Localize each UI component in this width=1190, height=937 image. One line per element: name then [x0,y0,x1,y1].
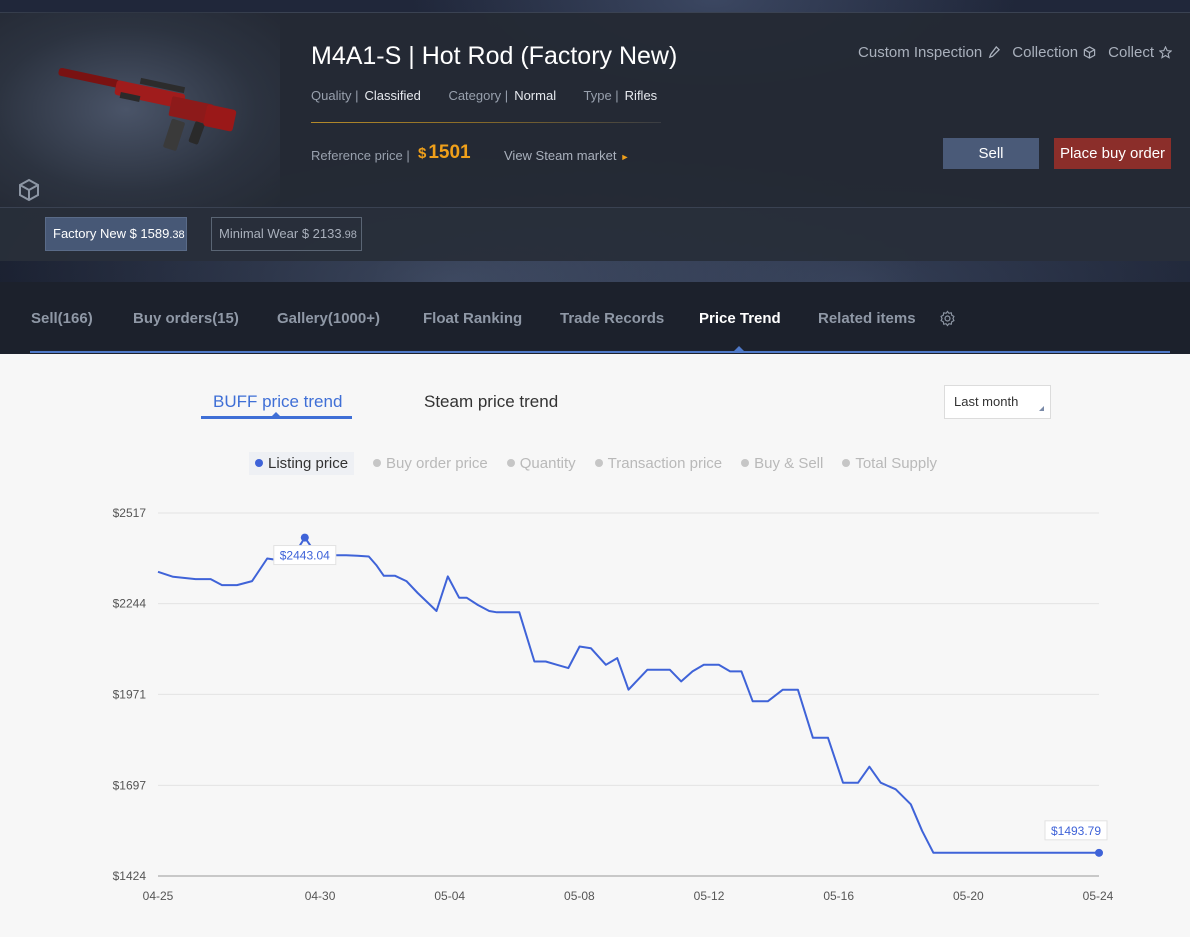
wear-option-minimal-wear[interactable]: Minimal Wear $ 2133.98 [211,217,362,251]
type-value: Rifles [624,88,658,103]
item-meta: Quality | Classified Category | Normal Typ… [311,88,681,103]
item-title: M4A1-S | Hot Rod (Factory New) [311,42,678,70]
quality-value: Classified [364,88,421,103]
reference-currency: $ [418,145,427,162]
data-point [300,533,309,542]
category-label: Category | [448,88,509,103]
data-label: $1493.79 [1051,824,1101,838]
tab-float-ranking[interactable]: Float Ranking [423,310,522,327]
x-tick-label: 04-30 [305,889,336,903]
reference-price-value: 1501 [428,142,471,163]
category-value: Normal [514,88,557,103]
quality-label: Quality | [311,88,359,103]
x-tick-label: 05-16 [823,889,854,903]
reference-price: $1501 [418,142,471,164]
reference-price-label: Reference price | [311,148,410,163]
data-point [1095,848,1103,857]
divider [311,122,661,123]
tab-indicator [734,346,744,351]
custom-inspection-label: Custom Inspection [858,44,983,61]
listing-price-line [157,536,1099,854]
wear-option-factory-new[interactable]: Factory New $ 1589.38 [45,217,187,251]
place-buy-order-button[interactable]: Place buy order [1054,138,1171,169]
collection-label: Collection [1012,44,1079,61]
top-actions: Custom Inspection Collection Collect [858,44,1172,61]
y-tick-label: $1424 [113,869,147,883]
y-tick-label: $1971 [113,687,147,701]
x-tick-label: 05-08 [564,889,595,903]
type-label: Type | [583,88,619,103]
y-tick-label: $1697 [113,778,147,792]
y-tick-label: $2517 [113,506,147,520]
price-chart[interactable]: $2517 $2244 $1971 $1697 $1424 04-25 04-30 05-04… [0,354,1190,937]
tab-trade-records[interactable]: Trade Records [560,310,664,327]
x-tick-label: 05-04 [434,889,465,903]
steam-link-label: View Steam market [504,148,617,163]
chevron-right-icon: ► [620,152,630,162]
x-tick-label: 04-25 [143,889,174,903]
tab-underline [30,351,1170,353]
tab-price-trend[interactable]: Price Trend [699,310,781,327]
y-tick-label: $2244 [113,597,147,611]
x-tick-label: 05-24 [1083,889,1114,903]
data-label: $2443.04 [280,549,330,563]
tab-related-items[interactable]: Related items [818,310,916,327]
wear-option-cents: .38 [169,229,185,241]
wear-option-label: Factory New $ 1589 [53,226,170,241]
gear-icon[interactable] [939,310,956,327]
view-steam-market-link[interactable]: View Steam market ► [504,148,629,163]
star-icon [1159,46,1172,59]
3d-inspect-icon[interactable] [17,178,41,202]
tab-gallery[interactable]: Gallery(1000+) [277,310,380,327]
tab-buy-orders[interactable]: Buy orders(15) [133,310,239,327]
cube-icon [1083,46,1096,59]
sell-button[interactable]: Sell [943,138,1039,169]
brush-icon [989,46,1001,59]
collect-button[interactable]: Collect [1108,44,1172,61]
wear-option-cents: .98 [341,229,357,241]
collect-label: Collect [1108,44,1154,61]
wear-option-label: Minimal Wear $ 2133 [219,226,342,241]
x-tick-label: 05-20 [953,889,984,903]
rifle-image [58,67,237,151]
item-image[interactable] [0,12,280,207]
x-tick-label: 05-12 [694,889,725,903]
custom-inspection-button[interactable]: Custom Inspection [858,44,1001,61]
tab-sell[interactable]: Sell(166) [31,310,93,327]
collection-button[interactable]: Collection [1012,44,1096,61]
